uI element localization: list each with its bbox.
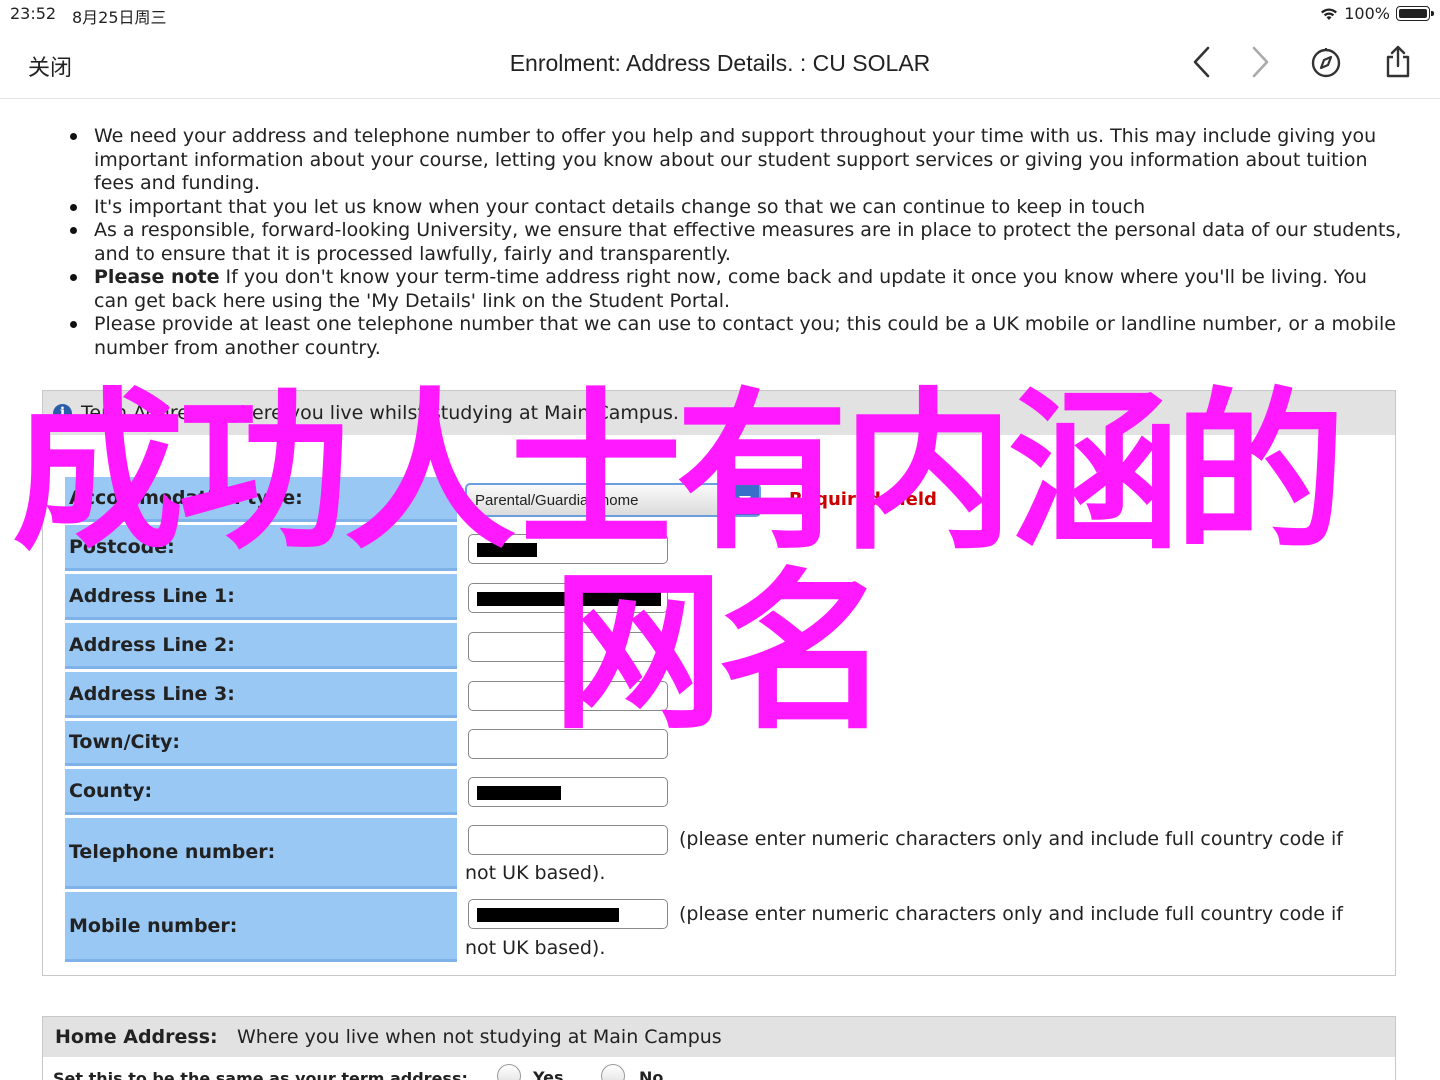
list-item: As a responsible, forward-looking Univer… [70,219,1404,266]
battery-percent: 100% [1344,4,1390,23]
watermark-text-line2: 网名 [552,552,890,753]
same-no-label: No [639,1068,664,1080]
redacted-value [477,908,619,922]
telephone-label: Telephone number: [65,818,457,889]
status-date: 8月25日周三 [72,8,167,27]
list-item: Please provide at least one telephone nu… [70,313,1404,360]
status-time: 23:52 [10,4,57,23]
same-yes-label: Yes [533,1068,564,1080]
list-item: It's important that you let us know when… [70,196,1404,220]
town-label: Town/City: [65,721,457,766]
mobile-hint: (please enter numeric characters only an… [679,903,1343,925]
watermark-text-line1: 成功人士有内涵的 [12,372,1346,573]
telephone-field[interactable] [468,825,668,855]
same-no-radio[interactable] [601,1064,625,1080]
compass-icon[interactable] [1308,44,1344,80]
wifi-icon [1321,8,1338,20]
home-address-title: Home Address: [55,1026,218,1048]
nav-bar: 关闭 Enrolment: Address Details. : CU SOLA… [0,28,1440,99]
note-bold: Please note [94,266,220,288]
list-item: We need your address and telephone numbe… [70,125,1404,196]
list-item: Please note If you don't know your term-… [70,266,1404,313]
telephone-hint-cont: not UK based). [465,862,606,884]
address1-label: Address Line 1: [65,574,457,620]
status-indicators: 100% [1320,4,1434,23]
forward-icon[interactable] [1242,44,1278,80]
home-address-header: Home Address: Where you live when not st… [43,1017,1395,1057]
address2-label: Address Line 2: [65,623,457,669]
home-address-subtitle: Where you live when not studying at Main… [237,1026,722,1048]
county-label: County: [65,769,457,815]
share-icon[interactable] [1380,44,1416,80]
back-icon[interactable] [1184,44,1220,80]
same-yes-radio[interactable] [497,1064,521,1080]
address3-label: Address Line 3: [65,672,457,718]
status-bar: 23:52 8月25日周三 100% [0,0,1440,28]
mobile-hint-cont: not UK based). [465,937,606,959]
county-field[interactable] [468,777,668,807]
note-text: If you don't know your term-time address… [94,266,1367,312]
redacted-value [477,786,561,800]
telephone-hint: (please enter numeric characters only an… [679,828,1343,850]
mobile-label: Mobile number: [65,892,457,962]
home-address-panel: Home Address: Where you live when not st… [42,1016,1396,1080]
same-as-term-label: Set this to be the same as your term add… [53,1069,468,1080]
battery-icon [1396,6,1434,21]
intro-list: We need your address and telephone numbe… [70,125,1404,360]
page-title: Enrolment: Address Details. : CU SOLAR [509,50,931,76]
mobile-field[interactable] [468,899,668,929]
